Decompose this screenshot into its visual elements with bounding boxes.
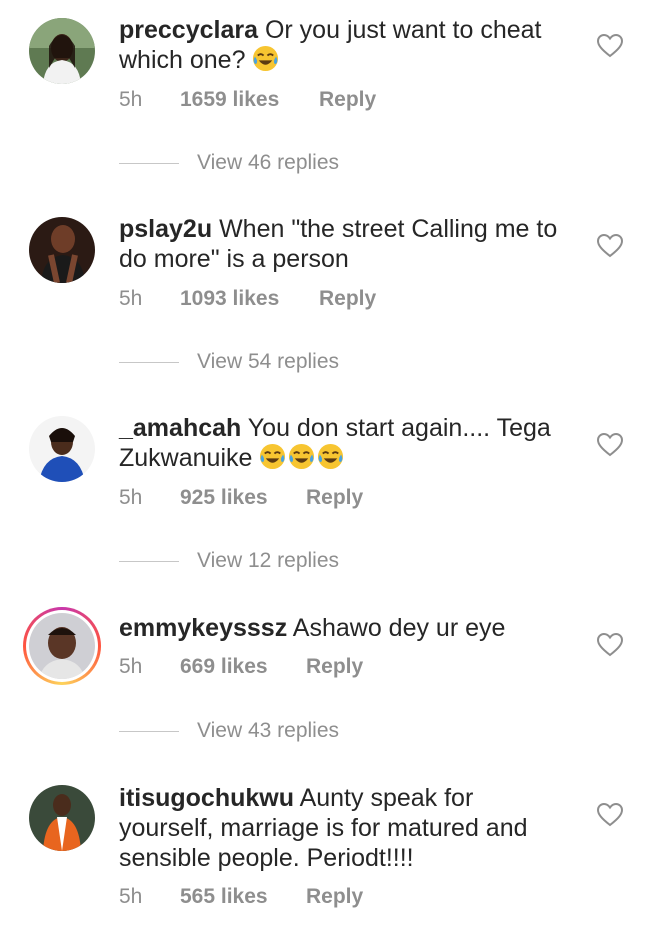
comment-time: 5h	[119, 486, 143, 509]
comment-username[interactable]: emmykeysssz	[119, 614, 287, 642]
comment-likes[interactable]: 1659 likes	[180, 88, 279, 112]
view-replies-label[interactable]: View 54 replies	[197, 350, 339, 374]
comment-time: 5h	[119, 655, 143, 678]
comment-time: 5h	[119, 885, 143, 908]
comment-username[interactable]: pslay2u	[119, 215, 212, 243]
heart-outline-icon[interactable]	[597, 234, 623, 258]
reply-button[interactable]: Reply	[306, 655, 363, 679]
tears-of-joy-emoji	[289, 443, 315, 470]
reply-button[interactable]: Reply	[319, 88, 376, 112]
view-replies-label[interactable]: View 43 replies	[197, 719, 339, 743]
comment-likes[interactable]: 565 likes	[180, 885, 268, 909]
reply-button[interactable]: Reply	[319, 287, 376, 311]
replies-divider	[119, 561, 179, 562]
comment-likes[interactable]: 925 likes	[180, 486, 268, 510]
comment-username[interactable]: itisugochukwu	[119, 784, 294, 812]
comment-likes[interactable]: 1093 likes	[180, 287, 279, 311]
comment-text: pslay2u When "the street Calling me to d…	[119, 214, 569, 274]
heart-outline-icon[interactable]	[597, 803, 623, 827]
view-replies-label[interactable]: View 12 replies	[197, 549, 339, 573]
tears-of-joy-emoji	[253, 45, 279, 72]
tears-of-joy-emoji	[260, 443, 286, 470]
comment-username[interactable]: preccyclara	[119, 16, 258, 44]
comment-text: _amahcah You don start again.... Tega Zu…	[119, 413, 569, 473]
comment-time: 5h	[119, 88, 143, 111]
heart-outline-icon[interactable]	[597, 34, 623, 58]
avatar	[29, 613, 95, 679]
view-replies-label[interactable]: View 46 replies	[197, 151, 339, 175]
replies-divider	[119, 362, 179, 363]
avatar[interactable]	[29, 217, 95, 283]
avatar[interactable]	[29, 18, 95, 84]
avatar[interactable]	[29, 416, 95, 482]
comment-username[interactable]: _amahcah	[119, 414, 241, 442]
reply-button[interactable]: Reply	[306, 486, 363, 510]
tears-of-joy-emoji	[318, 443, 344, 470]
comment-text: emmykeysssz Ashawo dey ur eye	[119, 613, 569, 643]
heart-outline-icon[interactable]	[597, 633, 623, 657]
comment-text: itisugochukwu Aunty speak for yourself, …	[119, 783, 569, 873]
reply-button[interactable]: Reply	[306, 885, 363, 909]
replies-divider	[119, 163, 179, 164]
comment-body: Ashawo dey ur eye	[292, 614, 506, 642]
comment-likes[interactable]: 669 likes	[180, 655, 268, 679]
replies-divider	[119, 731, 179, 732]
heart-outline-icon[interactable]	[597, 433, 623, 457]
comment-time: 5h	[119, 287, 143, 310]
avatar-story-ring[interactable]	[23, 607, 101, 685]
avatar[interactable]	[29, 785, 95, 851]
comment-text: preccyclara Or you just want to cheat wh…	[119, 15, 569, 75]
